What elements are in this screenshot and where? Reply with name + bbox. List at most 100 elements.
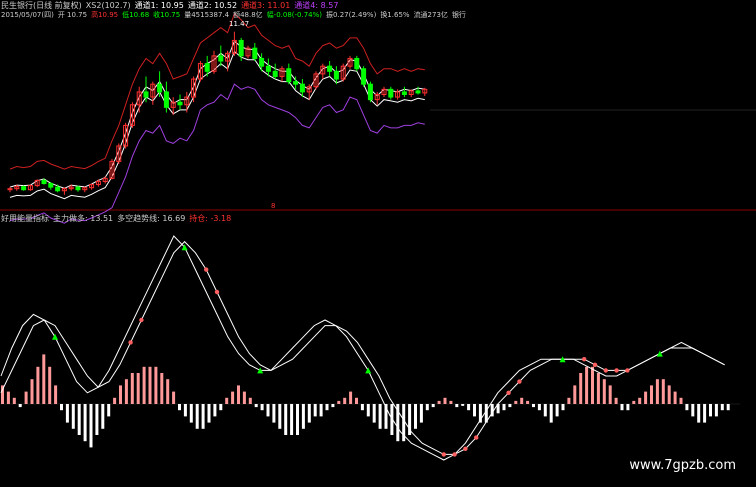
- histogram-bar: [231, 391, 235, 404]
- sell-signal-marker: [463, 446, 468, 451]
- sell-signal-marker: [614, 368, 619, 373]
- quote-item-8: 换1.65%: [380, 11, 410, 19]
- histogram-bar: [136, 373, 140, 404]
- histogram-bar: [425, 404, 429, 411]
- histogram-bar: [703, 404, 707, 423]
- candle-body: [354, 57, 360, 70]
- histogram-bar: [36, 366, 40, 404]
- histogram-bar: [95, 404, 99, 435]
- histogram-bar: [24, 391, 28, 404]
- histogram-bar: [608, 385, 612, 404]
- histogram-bar: [650, 385, 653, 404]
- histogram-bar: [107, 404, 111, 417]
- histogram-bar: [366, 404, 370, 417]
- quote-item-10: 银行: [451, 11, 466, 19]
- histogram-bar: [467, 404, 471, 411]
- quote-item-2: 低10.68: [122, 11, 150, 19]
- histogram-bar: [520, 397, 524, 404]
- histogram-bar: [526, 400, 530, 404]
- indicator-header: 好用能量指标 主力做多: 13.51 多空趋势线: 16.69 持仓: -3.18: [1, 214, 231, 224]
- histogram-bar: [77, 404, 81, 435]
- low-marker: 8: [271, 202, 276, 210]
- histogram-bar: [160, 373, 164, 404]
- histogram-bar: [372, 404, 376, 423]
- candle-body: [327, 65, 333, 72]
- histogram-bar: [172, 391, 176, 404]
- histogram-bar: [614, 397, 618, 404]
- candle-body: [157, 83, 163, 93]
- buy-signal-marker: [656, 350, 663, 357]
- histogram-bar: [720, 404, 724, 411]
- histogram-bar: [431, 404, 435, 408]
- quote-item-7: 振0.27(2.49%): [326, 11, 377, 19]
- histogram-bar: [242, 391, 246, 404]
- histogram-bar: [561, 404, 565, 411]
- candle-body: [401, 91, 407, 95]
- histogram-bar: [166, 379, 170, 404]
- histogram-bar: [661, 379, 665, 404]
- histogram-bar: [502, 404, 506, 411]
- candle-body: [333, 70, 339, 80]
- histogram-bar: [290, 404, 294, 435]
- quote-item-9: 流通273亿: [413, 11, 448, 19]
- histogram-bar: [378, 404, 382, 429]
- sell-signal-marker: [128, 340, 133, 345]
- kline-chart[interactable]: [0, 0, 756, 487]
- histogram-bar: [296, 404, 299, 435]
- histogram-bar: [124, 379, 128, 404]
- histogram-bar: [508, 404, 512, 408]
- histogram-bar: [537, 404, 541, 411]
- histogram-bar: [260, 404, 264, 411]
- histogram-bar: [83, 404, 87, 442]
- buy-signal-marker: [52, 333, 58, 340]
- quote-item-4: 量4515387.4: [184, 11, 230, 19]
- quote-item-1: 高10.95: [91, 11, 119, 19]
- indicator-item-1: 多空趋势线: 16.69: [117, 214, 186, 223]
- histogram-bar: [319, 404, 323, 417]
- histogram-bar: [195, 404, 199, 429]
- histogram-bar: [697, 404, 701, 423]
- quote-item-0: 开 10.75: [57, 11, 88, 19]
- histogram-bar: [443, 397, 447, 404]
- histogram-bar: [591, 366, 594, 404]
- histogram-bar: [437, 400, 441, 404]
- histogram-bar: [178, 404, 181, 411]
- histogram-bar: [213, 404, 217, 417]
- histogram-bar: [219, 404, 223, 411]
- histogram-bar: [207, 404, 211, 423]
- histogram-bar: [266, 404, 270, 417]
- histogram-bar: [18, 404, 22, 408]
- histogram-bar: [248, 397, 252, 404]
- histogram-bar: [71, 404, 75, 429]
- buy-signal-marker: [365, 367, 372, 374]
- histogram-bar: [60, 404, 63, 411]
- histogram-bar: [313, 404, 317, 417]
- histogram-bar: [278, 404, 282, 429]
- histogram-bar: [709, 404, 712, 417]
- candle-body: [388, 88, 394, 98]
- histogram-bar: [655, 379, 659, 404]
- histogram-bar: [12, 397, 16, 404]
- sell-signal-marker: [214, 289, 220, 295]
- candle-body: [163, 91, 169, 108]
- sell-signal-marker: [441, 452, 446, 457]
- histogram-bar: [579, 373, 583, 404]
- candle-body: [299, 83, 305, 93]
- histogram-bar: [30, 379, 34, 404]
- histogram-bar: [343, 397, 347, 404]
- histogram-bar: [142, 366, 146, 404]
- sell-signal-marker: [452, 452, 457, 457]
- histogram-bar: [726, 404, 730, 411]
- candle-body: [265, 65, 271, 72]
- sell-signal-marker: [204, 267, 209, 272]
- trend-line: [0, 240, 725, 455]
- histogram-bar: [48, 366, 52, 404]
- histogram-bar: [419, 404, 423, 423]
- histogram-bar: [679, 397, 683, 404]
- histogram-bar: [101, 404, 105, 429]
- candle-body: [272, 70, 278, 77]
- histogram-bar: [596, 373, 600, 404]
- histogram-bar: [89, 404, 93, 448]
- lower-band-line: [9, 83, 425, 224]
- indicator-item-2: 持仓: -3.18: [189, 214, 232, 223]
